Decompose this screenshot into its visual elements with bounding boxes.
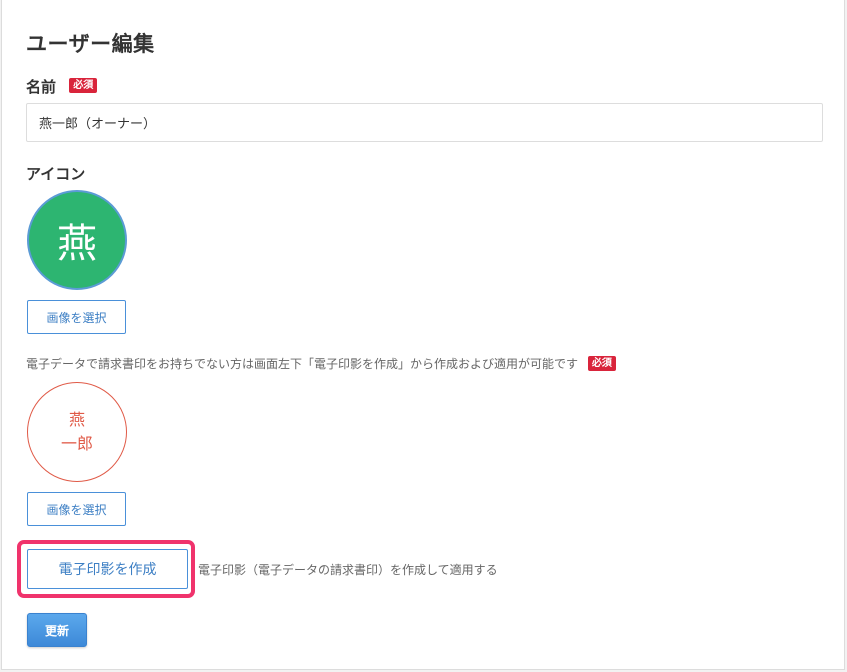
seal-line-2: 一郎 [60, 434, 93, 453]
name-label: 名前 必須 [26, 76, 98, 97]
user-edit-panel: ユーザー編集 名前 必須 アイコン 燕 画像を選択 電子データで請求書印をお持ち… [1, 0, 845, 670]
create-seal-description: 電子印影（電子データの請求書印）を作成して適用する [198, 563, 498, 577]
select-seal-image-button[interactable]: 画像を選択 [27, 492, 126, 526]
icon-label: アイコン [26, 165, 86, 183]
create-seal-button[interactable]: 電子印影を作成 [27, 549, 188, 589]
avatar: 燕 [27, 190, 127, 290]
update-button[interactable]: 更新 [27, 613, 87, 647]
select-icon-image-button[interactable]: 画像を選択 [27, 300, 126, 334]
name-input[interactable] [26, 103, 823, 142]
seal-note-text: 電子データで請求書印をお持ちでない方は画面左下「電子印影を作成」から作成および適… [26, 357, 579, 371]
required-badge: 必須 [69, 78, 98, 93]
seal-note: 電子データで請求書印をお持ちでない方は画面左下「電子印影を作成」から作成および適… [26, 355, 616, 372]
seal-image: 燕 一郎 [27, 382, 127, 482]
name-label-text: 名前 [26, 78, 57, 96]
seal-line-1: 燕 [68, 410, 85, 429]
page-title: ユーザー編集 [26, 32, 155, 56]
required-badge: 必須 [587, 356, 616, 371]
avatar-char: 燕 [57, 221, 97, 267]
